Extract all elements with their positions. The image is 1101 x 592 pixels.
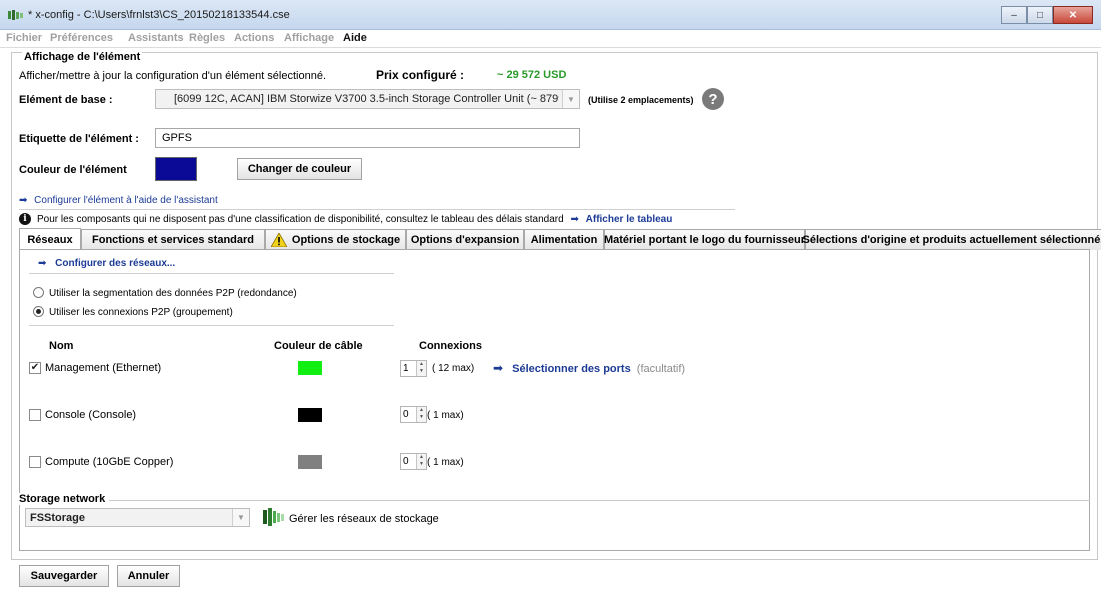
storage-network-value: FSStorage [30, 512, 86, 524]
menu-actions[interactable]: Actions [234, 32, 274, 44]
warning-icon [270, 233, 287, 247]
price-label: Prix configuré : [376, 68, 465, 82]
window-title: * x-config - C:\Users\frnlst3\CS_2015021… [28, 9, 290, 21]
select-ports-row[interactable]: ➡ Sélectionner des ports (facultatif) [493, 361, 685, 375]
radio-connections[interactable] [33, 306, 44, 317]
divider [29, 325, 394, 326]
checkbox-compute[interactable] [29, 456, 41, 468]
cancel-button[interactable]: Annuler [117, 565, 180, 587]
arrow-right-icon: ➡ [38, 258, 47, 269]
radio-segmentation[interactable] [33, 287, 44, 298]
base-label: Elément de base : [19, 94, 113, 106]
col-connections: Connexions [419, 340, 482, 352]
tab-materiel-logo[interactable]: Matériel portant le logo du fournisseur [604, 229, 805, 250]
tab-options-stockage[interactable]: Options de stockage [265, 229, 406, 250]
tab-selections-origine[interactable]: Sélections d'origine et produits actuell… [803, 229, 1101, 250]
radio-segmentation-label: Utiliser la segmentation des données P2P… [49, 288, 297, 299]
info-icon: i [19, 213, 31, 225]
save-button[interactable]: Sauvegarder [19, 565, 109, 587]
title-bar: * x-config - C:\Users\frnlst3\CS_2015021… [0, 0, 1101, 30]
tab-options-stockage-label: Options de stockage [291, 234, 401, 246]
arrow-right-icon: ➡ [493, 361, 504, 375]
menu-assistants[interactable]: Assistants [128, 32, 184, 44]
menu-aide[interactable]: Aide [343, 32, 367, 44]
menu-regles[interactable]: Règles [189, 32, 225, 44]
storage-network-icon[interactable] [263, 508, 285, 526]
cable-color-management[interactable] [298, 361, 322, 375]
wizard-link[interactable]: Configurer l'élément à l'aide de l'assis… [34, 195, 218, 206]
configure-networks-row[interactable]: ➡ Configurer des réseaux... [38, 258, 175, 269]
wizard-link-row[interactable]: ➡ Configurer l'élément à l'aide de l'ass… [19, 195, 218, 206]
checkbox-console[interactable] [29, 409, 41, 421]
tag-label: Etiquette de l'élément : [19, 133, 139, 145]
connections-spinner-console[interactable]: 0 ▲ ▼ [400, 406, 427, 423]
connections-max: ( 12 max) [432, 363, 475, 374]
menu-affichage[interactable]: Affichage [284, 32, 334, 44]
show-table-link[interactable]: Afficher le tableau [586, 214, 673, 225]
divider [29, 273, 394, 274]
maximize-button[interactable]: □ [1027, 6, 1053, 24]
tag-input-box[interactable] [155, 128, 580, 148]
slots-note: (Utilise 2 emplacements) [588, 95, 694, 105]
connections-max: ( 1 max) [427, 457, 464, 468]
tab-options-expansion[interactable]: Options d'expansion [406, 229, 524, 250]
menu-fichier[interactable]: Fichier [6, 32, 42, 44]
radio-connections-label: Utiliser les connexions P2P (groupement) [49, 307, 233, 318]
connections-spinner-compute[interactable]: 0 ▲ ▼ [400, 453, 427, 470]
minimize-button[interactable]: – [1001, 6, 1027, 24]
cable-color-compute[interactable] [298, 455, 322, 469]
checkbox-management[interactable]: ✔ [29, 362, 41, 374]
color-label: Couleur de l'élément [19, 164, 127, 176]
spinner-arrows-icon[interactable]: ▲ ▼ [416, 407, 426, 422]
configure-networks-link[interactable]: Configurer des réseaux... [55, 258, 175, 269]
col-cable: Couleur de câble [274, 340, 363, 352]
price-value: ~ 29 572 USD [497, 69, 567, 81]
tab-reseaux[interactable]: Réseaux [19, 228, 81, 250]
tab-alimentation[interactable]: Alimentation [524, 229, 604, 250]
tab-fonctions[interactable]: Fonctions et services standard [81, 229, 265, 250]
spinner-arrows-icon[interactable]: ▲ ▼ [416, 454, 426, 469]
info-text: Pour les composants qui ne disposent pas… [37, 214, 564, 225]
connections-value: 1 [403, 363, 409, 374]
window-controls: – □ ✕ [1001, 6, 1093, 24]
chevron-down-icon[interactable]: ▼ [232, 509, 249, 526]
spinner-arrows-icon[interactable]: ▲ ▼ [416, 361, 426, 376]
connections-max: ( 1 max) [427, 410, 464, 421]
connections-value: 0 [403, 456, 409, 467]
close-button[interactable]: ✕ [1053, 6, 1093, 24]
network-name-compute: Compute (10GbE Copper) [45, 456, 174, 468]
connections-spinner-management[interactable]: 1 ▲ ▼ [400, 360, 427, 377]
divider [19, 209, 735, 210]
app-icon [8, 10, 23, 20]
arrow-right-icon: ➡ [19, 195, 28, 206]
section-title: Affichage de l'élément [22, 51, 143, 63]
storage-network-select[interactable]: FSStorage ▼ [25, 508, 250, 527]
help-icon[interactable]: ? [702, 88, 724, 110]
description: Afficher/mettre à jour la configuration … [19, 70, 327, 82]
base-element-value: [6099 12C, ACAN] IBM Storwize V3700 3.5-… [174, 93, 559, 105]
network-name-management: Management (Ethernet) [45, 362, 162, 374]
menu-preferences[interactable]: Préférences [50, 32, 113, 44]
element-color-swatch [155, 157, 197, 181]
manage-storage-networks-link[interactable]: Gérer les réseaux de stockage [289, 513, 439, 525]
connections-value: 0 [403, 409, 409, 420]
arrow-right-icon: ➡ [570, 214, 579, 225]
change-color-button[interactable]: Changer de couleur [237, 158, 362, 180]
cable-color-console[interactable] [298, 408, 322, 422]
col-name: Nom [49, 340, 74, 352]
optional-note: (facultatif) [636, 363, 686, 375]
network-name-console: Console (Console) [45, 409, 137, 421]
chevron-down-icon[interactable]: ▼ [562, 90, 579, 108]
menu-bar: Fichier Préférences Assistants Règles Ac… [0, 30, 1101, 48]
base-element-select[interactable]: [6099 12C, ACAN] IBM Storwize V3700 3.5-… [155, 89, 580, 109]
tag-input[interactable] [156, 129, 579, 147]
storage-network-legend: Storage network [19, 493, 110, 505]
select-ports-link[interactable]: Sélectionner des ports [512, 363, 631, 375]
info-row: Pour les composants qui ne disposent pas… [37, 214, 672, 225]
